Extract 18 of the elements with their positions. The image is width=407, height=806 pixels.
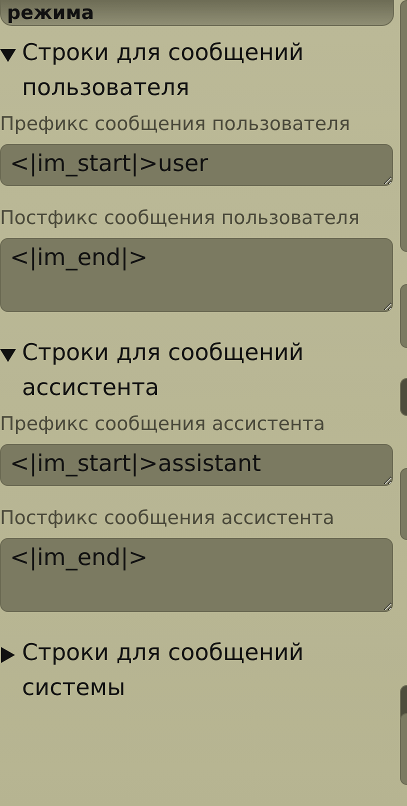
text-field[interactable]: <|im_end|> <box>0 238 393 312</box>
text-field[interactable]: <|im_end|> <box>0 538 393 612</box>
field-edge <box>400 284 407 348</box>
text-field[interactable]: <|im_start|>assistant <box>0 444 393 486</box>
triangle-down-icon <box>0 347 16 363</box>
field-edge <box>400 378 407 416</box>
mode-button[interactable]: режима <box>0 0 394 26</box>
field-label: Постфикс сообщения пользователя <box>0 206 361 231</box>
field-label: Префикс сообщения пользователя <box>0 112 352 137</box>
section-header[interactable]: Строки для сообщений системы <box>0 636 394 706</box>
triangle-right-icon <box>0 647 16 663</box>
text-field[interactable]: <|im_start|>user <box>0 144 393 186</box>
field-label: Постфикс сообщения ассистента <box>0 506 336 531</box>
section-header[interactable]: Строки для сообщений пользователя <box>0 36 394 106</box>
field-label: Префикс сообщения ассистента <box>0 412 326 437</box>
section-header[interactable]: Строки для сообщений ассистента <box>0 336 394 406</box>
triangle-down-icon <box>0 47 16 63</box>
field-edge <box>400 468 407 540</box>
